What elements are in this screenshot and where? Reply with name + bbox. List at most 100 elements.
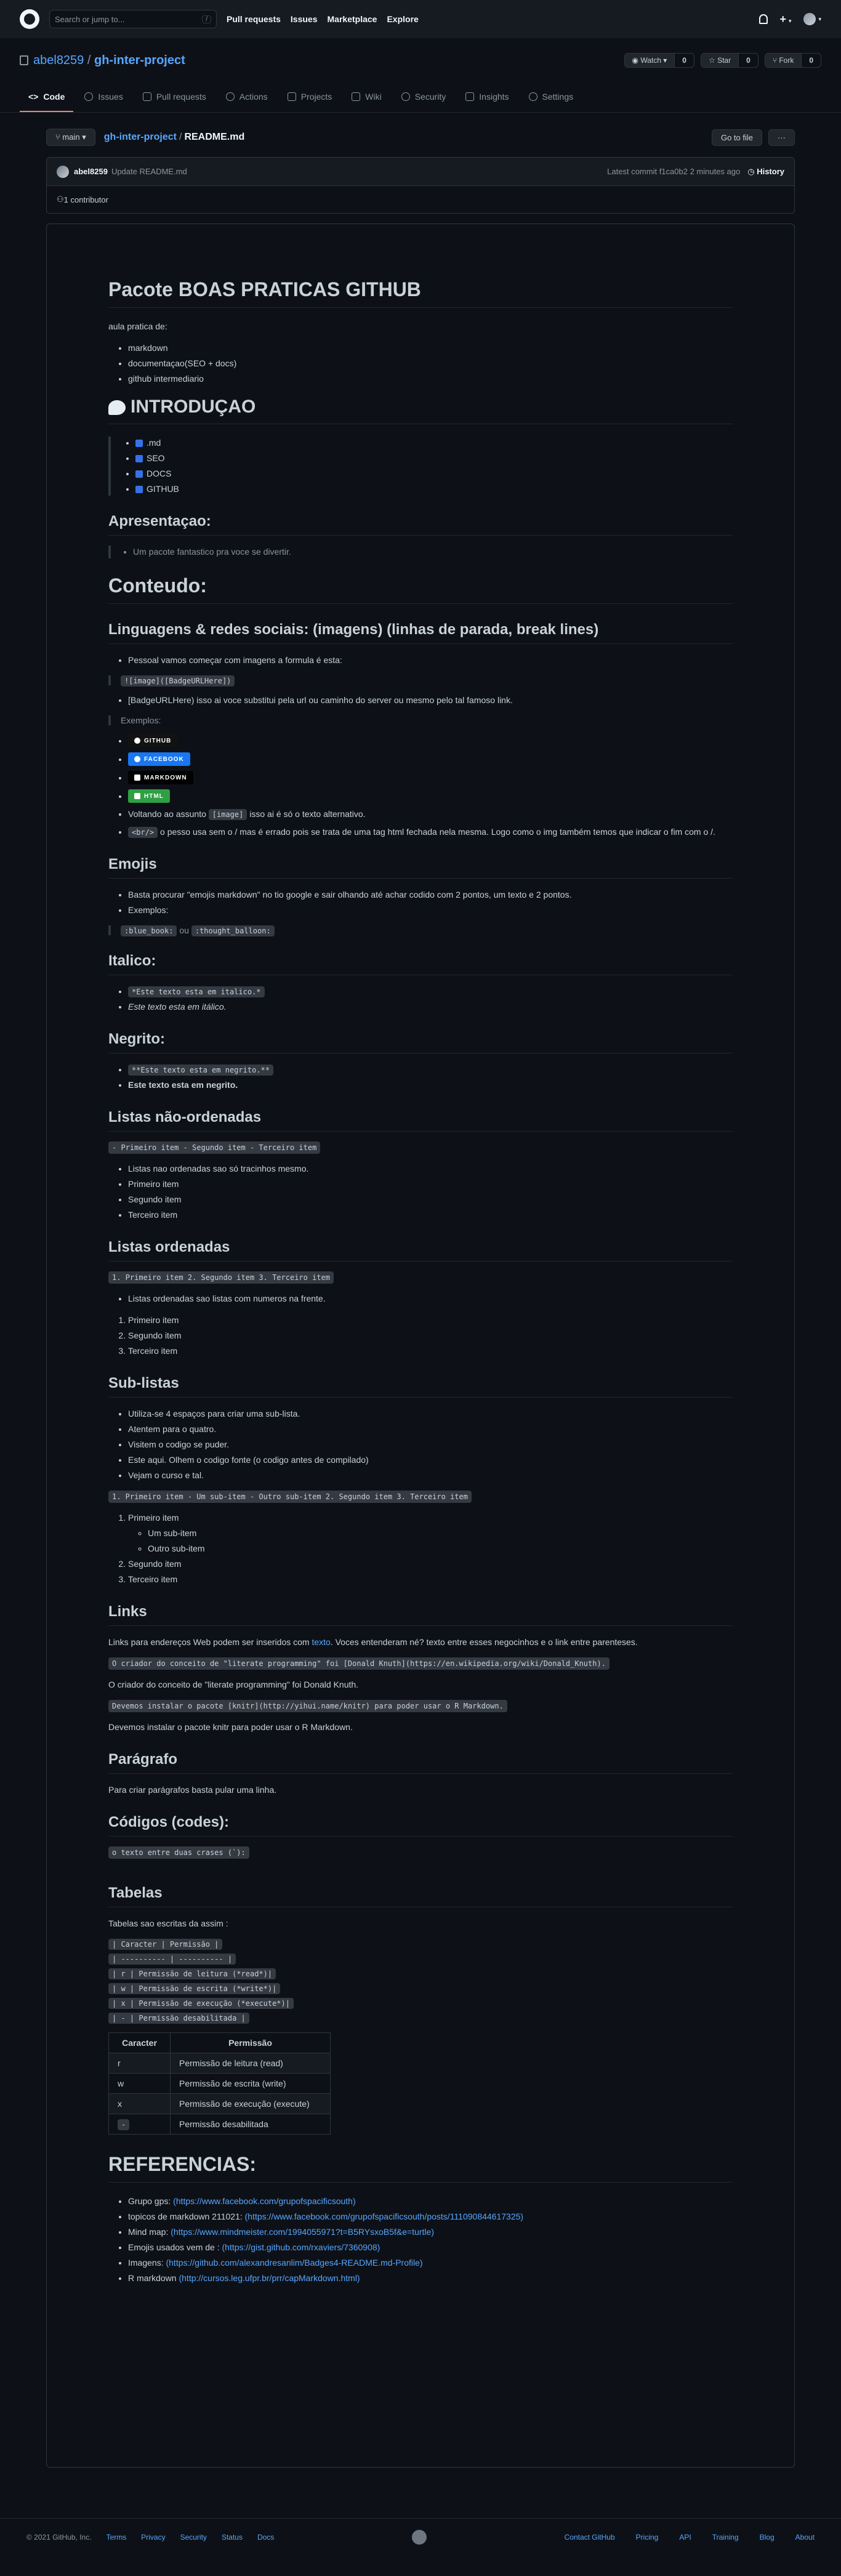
list-item: Terceiro item: [128, 1573, 733, 1586]
tab-projects[interactable]: Projects: [279, 83, 341, 112]
footer-link-privacy[interactable]: Privacy: [141, 2533, 165, 2542]
commit-author[interactable]: abel8259: [74, 167, 108, 176]
github-logo-icon[interactable]: [411, 2530, 427, 2545]
list-item: Primeiro item Um sub-item Outro sub-item: [128, 1511, 733, 1555]
footer-link-about[interactable]: About: [795, 2533, 815, 2542]
tab-label: Projects: [300, 92, 332, 102]
footer-link-api[interactable]: API: [679, 2533, 691, 2542]
commit-meta[interactable]: Latest commit f1ca0b2 2 minutes ago: [607, 167, 740, 176]
github-logo-icon[interactable]: [20, 9, 39, 29]
exemplos-label: Exemplos:: [121, 715, 161, 725]
references-list: Grupo gps: (https://www.facebook.com/gru…: [108, 2195, 733, 2285]
ref-link[interactable]: (http://cursos.leg.ufpr.br/prr/capMarkdo…: [179, 2273, 360, 2283]
go-to-file-button[interactable]: Go to file: [711, 129, 762, 146]
footer-link-terms[interactable]: Terms: [107, 2533, 127, 2542]
star-button[interactable]: ☆ Star 0: [700, 53, 759, 68]
repo-icon: [20, 55, 28, 65]
breadcrumb-repo-link[interactable]: gh-inter-project: [104, 132, 177, 142]
history-button[interactable]: ◷ History: [747, 167, 784, 177]
repo-title: abel8259 / gh-inter-project: [33, 54, 185, 68]
ref-link[interactable]: (https://github.com/alexandresanlim/Badg…: [166, 2258, 422, 2268]
list-item: HTML: [128, 789, 733, 803]
ref-link[interactable]: (https://www.mindmeister.com/1994055971?…: [171, 2227, 434, 2237]
star-count[interactable]: 0: [738, 54, 758, 67]
play-icon: [225, 92, 235, 101]
commit-message[interactable]: Update README.md: [111, 167, 187, 176]
tab-label: Wiki: [365, 92, 382, 102]
texto-link[interactable]: texto: [312, 1637, 330, 1647]
readme-title: Pacote BOAS PRATICAS GITHUB: [108, 278, 733, 308]
footer-link-blog[interactable]: Blog: [760, 2533, 775, 2542]
facebook-logo-icon: [134, 756, 140, 762]
user-menu[interactable]: ▾: [803, 13, 821, 25]
list-item: Terceiro item: [128, 1345, 733, 1358]
clock-icon: ◷: [747, 166, 757, 176]
list-item: **Este texto esta em negrito.**: [128, 1063, 733, 1076]
copyright: © 2021 GitHub, Inc.: [26, 2533, 92, 2542]
tab-code[interactable]: <> Code: [20, 83, 74, 112]
ref-link[interactable]: (https://www.facebook.com/grupofspacific…: [173, 2196, 355, 2206]
table-row: - Permissão desabilitada: [108, 2114, 331, 2135]
watch-button[interactable]: ◉ Watch ▾ 0: [624, 53, 694, 68]
tab-wiki[interactable]: Wiki: [343, 83, 390, 112]
list-item: Outro sub-item: [148, 1542, 733, 1555]
bell-icon[interactable]: [759, 14, 768, 24]
list-item: Pessoal vamos começar com imagens a form…: [128, 654, 733, 667]
inline-code: :thought_balloon:: [191, 925, 275, 936]
ref-link[interactable]: (https://gist.github.com/rxaviers/736090…: [222, 2242, 380, 2252]
list-item: Primeiro item: [128, 1178, 733, 1191]
list-item: Terceiro item: [128, 1209, 733, 1222]
fork-icon: ⑂: [772, 56, 779, 65]
list-item-label: DOCS: [147, 469, 172, 478]
footer-link-security[interactable]: Security: [180, 2533, 207, 2542]
ref-label: Imagens:: [128, 2258, 164, 2268]
repo-tabs: <> Code Issues Pull requests Actions Proj…: [20, 83, 821, 112]
heading-conteudo: Conteudo:: [108, 574, 733, 604]
list-item: Basta procurar "emojis markdown" no tio …: [128, 888, 733, 901]
more-options-button[interactable]: ···: [768, 129, 795, 146]
create-new-menu[interactable]: + ▾: [780, 13, 792, 26]
contributors-link[interactable]: ⚇ 1 contributor: [47, 186, 794, 213]
footer-link-docs[interactable]: Docs: [257, 2533, 274, 2542]
file-navigation: ⑂ main ▾ gh-inter-project / README.md Go t…: [46, 127, 795, 147]
code-line: | - | Permissão desabilitada |: [108, 2013, 249, 2024]
repo-name-link[interactable]: gh-inter-project: [94, 54, 185, 67]
footer-link-training[interactable]: Training: [712, 2533, 739, 2542]
linguagens-list-2: [BadgeURLHere) isso ai voce substitui pe…: [108, 694, 733, 707]
list-item: Visitem o codigo se puder.: [128, 1438, 733, 1451]
footer-link-status[interactable]: Status: [222, 2533, 243, 2542]
tab-security[interactable]: Security: [393, 83, 455, 112]
nav-explore[interactable]: Explore: [387, 14, 418, 24]
branch-select-button[interactable]: ⑂ main ▾: [46, 129, 95, 146]
watch-count[interactable]: 0: [674, 54, 694, 67]
tab-issues[interactable]: Issues: [76, 83, 131, 112]
fork-button[interactable]: ⑂ Fork 0: [764, 53, 821, 68]
tab-insights[interactable]: Insights: [457, 83, 517, 112]
nav-pull-requests[interactable]: Pull requests: [227, 14, 281, 24]
fork-label: Fork: [779, 56, 794, 65]
list-item: Mind map: (https://www.mindmeister.com/1…: [128, 2226, 733, 2239]
tab-pull-requests[interactable]: Pull requests: [134, 83, 215, 112]
inline-code: -: [118, 2119, 130, 2130]
search-input[interactable]: Search or jump to... /: [49, 10, 217, 28]
ref-link[interactable]: (https://www.facebook.com/grupofspacific…: [245, 2212, 523, 2221]
table-code-lines: | Caracter | Permissão | | ---------- | …: [108, 1939, 733, 2024]
badge-label: GITHUB: [144, 737, 172, 744]
nav-issues[interactable]: Issues: [291, 14, 318, 24]
star-label: Star: [717, 56, 731, 65]
heading-listas-nao-ordenadas: Listas não-ordenadas: [108, 1109, 733, 1132]
tab-actions[interactable]: Actions: [217, 83, 276, 112]
avatar[interactable]: [57, 165, 69, 178]
repo-owner-link[interactable]: abel8259: [33, 54, 84, 67]
search-placeholder: Search or jump to...: [55, 14, 125, 24]
table-cell: x: [108, 2093, 171, 2114]
markdown-logo-icon: [134, 775, 140, 781]
nav-marketplace[interactable]: Marketplace: [328, 14, 377, 24]
fork-count[interactable]: 0: [801, 54, 821, 67]
text: ou: [179, 925, 189, 935]
footer-link-contact[interactable]: Contact GitHub: [565, 2533, 615, 2542]
footer-link-pricing[interactable]: Pricing: [636, 2533, 659, 2542]
list-item: topicos de markdown 211021: (https://www…: [128, 2210, 733, 2223]
heading-introducao: INTRODUÇAO: [108, 396, 733, 424]
tab-settings[interactable]: Settings: [520, 83, 582, 112]
